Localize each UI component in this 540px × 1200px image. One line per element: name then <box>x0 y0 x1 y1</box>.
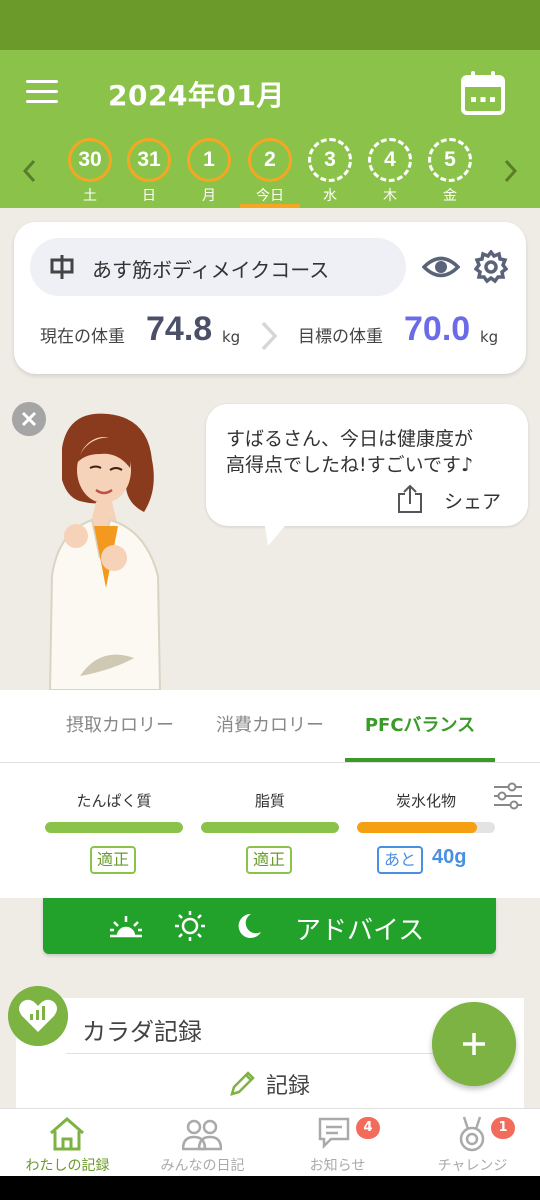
challenge-count-badge: 1 <box>491 1117 515 1139</box>
moon-icon <box>238 913 261 938</box>
sun-icon <box>175 911 205 941</box>
coach-message-line1: すばるさん、今日は健康度が <box>226 428 474 450</box>
page-title: 2024年01月 <box>108 79 285 112</box>
current-weight-label: 現在の体重 <box>40 327 125 347</box>
day-number: 5 <box>428 138 472 182</box>
current-weight-unit: kg <box>222 328 241 346</box>
dumbbell-icon <box>50 255 74 279</box>
course-card: あす筋ボディメイクコース 現在の体重 74.8 kg 目標の体重 70.0 kg <box>14 222 526 374</box>
sliders-icon[interactable] <box>492 780 524 812</box>
calendar-icon[interactable] <box>460 70 506 116</box>
day-label: 土 <box>83 188 97 204</box>
day-item[interactable]: 3 水 <box>305 138 355 208</box>
carbs-status-badge: あと <box>377 846 424 874</box>
share-icon <box>398 484 422 513</box>
day-item[interactable]: 5 金 <box>425 138 475 208</box>
next-week-icon[interactable] <box>500 158 520 184</box>
protein-label: たんぱく質 <box>76 792 152 810</box>
home-icon <box>50 1117 84 1151</box>
nutrition-panel: 摂取カロリー 消費カロリー PFCバランス たんぱく質 適正 脂質 適正 炭水化… <box>0 690 540 898</box>
add-button[interactable] <box>432 1002 516 1086</box>
tab-burned-calories[interactable]: 消費カロリー <box>190 690 350 762</box>
carbs-label: 炭水化物 <box>395 792 456 810</box>
coach-message-line2: 高得点でしたね!すごいです♪ <box>226 454 474 476</box>
advice-label: アドバイス <box>295 916 425 946</box>
day-label: 水 <box>323 188 337 204</box>
day-item[interactable]: 31 日 <box>124 138 174 208</box>
fat-label: 脂質 <box>254 792 285 810</box>
nav-my-record[interactable]: わたしの記録 <box>0 1109 135 1177</box>
body-record-title: カラダ記録 <box>82 1018 202 1046</box>
day-item[interactable]: 1 月 <box>184 138 234 208</box>
carbs-bar-fill <box>357 822 478 833</box>
eye-icon[interactable] <box>422 252 460 282</box>
nav-challenge[interactable]: 1 チャレンジ <box>405 1109 540 1177</box>
day-item[interactable]: 4 木 <box>365 138 415 208</box>
day-label: 金 <box>443 188 457 204</box>
day-label: 月 <box>202 188 216 204</box>
carbs-bar <box>357 822 495 833</box>
app-header: 2024年01月 30 土 31 日 1 月 2 今日 3 水 4 木 5 金 <box>0 50 540 208</box>
protein-bar-fill <box>45 822 183 833</box>
people-icon <box>182 1119 222 1151</box>
medal-icon <box>459 1116 485 1152</box>
speech-bubble: すばるさん、今日は健康度が 高得点でしたね!すごいです♪ シェア <box>206 404 528 526</box>
day-number: 3 <box>308 138 352 182</box>
day-number: 2 <box>248 138 292 182</box>
target-weight-value: 70.0 <box>404 310 471 348</box>
day-item[interactable]: 30 土 <box>65 138 115 208</box>
target-weight-unit: kg <box>480 328 499 346</box>
record-label: 記録 <box>266 1074 311 1099</box>
day-number: 31 <box>127 138 171 182</box>
news-count-badge: 4 <box>356 1117 380 1139</box>
nav-my-record-label: わたしの記録 <box>25 1158 110 1174</box>
nav-news[interactable]: 4 お知らせ <box>270 1109 405 1177</box>
day-item-today[interactable]: 2 今日 <box>245 138 295 208</box>
pencil-icon <box>230 1071 255 1096</box>
coach-character-image <box>48 413 162 690</box>
nav-challenge-label: チャレンジ <box>437 1158 508 1174</box>
fat-bar-fill <box>201 822 339 833</box>
chevron-right-icon <box>261 321 278 351</box>
day-number: 1 <box>187 138 231 182</box>
divider <box>0 762 540 763</box>
tab-intake-calories[interactable]: 摂取カロリー <box>40 690 200 762</box>
fat-bar <box>201 822 339 833</box>
coach-message: すばるさん、今日は健康度が 高得点でしたね!すごいです♪ <box>226 426 516 478</box>
bottom-nav: わたしの記録 みんなの日記 4 お知らせ 1 チャレンジ <box>0 1108 540 1176</box>
chat-bubble-icon <box>318 1117 350 1150</box>
advice-button[interactable]: アドバイス <box>43 898 496 954</box>
sunrise-icon <box>110 916 142 938</box>
day-number: 30 <box>68 138 112 182</box>
system-gesture-bar <box>0 1176 540 1200</box>
tab-pfc-balance[interactable]: PFCバランス <box>345 690 495 762</box>
day-label: 木 <box>383 188 397 204</box>
share-button[interactable]: シェア <box>396 482 516 516</box>
nav-everyone-diary-label: みんなの日記 <box>160 1158 245 1174</box>
gear-icon[interactable] <box>474 250 508 284</box>
carbs-remaining-value: 40g <box>432 846 467 868</box>
day-label: 今日 <box>256 188 284 204</box>
nav-everyone-diary[interactable]: みんなの日記 <box>135 1109 270 1177</box>
current-weight-value: 74.8 <box>146 310 213 348</box>
protein-status-badge: 適正 <box>90 846 137 874</box>
course-name: あす筋ボディメイクコース <box>92 258 330 282</box>
today-indicator <box>240 204 300 208</box>
course-selector[interactable]: あす筋ボディメイクコース <box>30 238 406 296</box>
heart-chart-icon <box>8 986 68 1046</box>
nav-news-label: お知らせ <box>309 1158 366 1174</box>
fat-status-badge: 適正 <box>246 846 293 874</box>
previous-week-icon[interactable] <box>20 158 40 184</box>
speech-bubble-tail <box>264 520 290 546</box>
protein-bar <box>45 822 183 833</box>
share-label: シェア <box>444 491 502 513</box>
hamburger-menu-icon[interactable] <box>26 80 58 106</box>
day-number: 4 <box>368 138 412 182</box>
target-weight-label: 目標の体重 <box>298 327 383 347</box>
status-bar <box>0 0 540 50</box>
day-label: 日 <box>142 188 156 204</box>
